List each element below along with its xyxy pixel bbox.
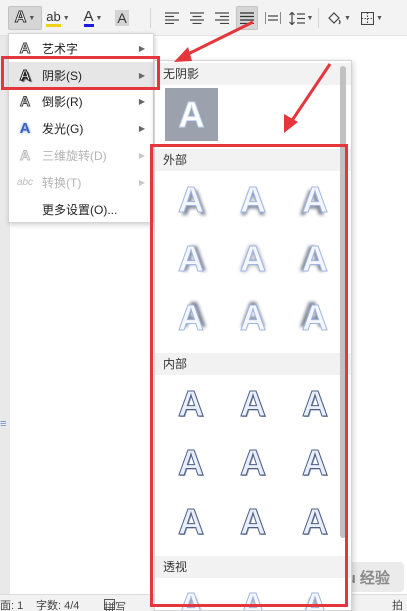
submenu-arrow-icon: ▶ xyxy=(138,177,145,187)
character-shading-button[interactable]: A xyxy=(112,6,132,30)
chevron-down-icon: ▼ xyxy=(344,14,351,22)
submenu-arrow-icon: ▶ xyxy=(138,43,145,53)
highlight-icon: ab xyxy=(46,9,61,27)
shadow-item-highlight xyxy=(1,56,160,90)
3d-rotate-a-icon: A xyxy=(19,147,31,164)
highlight-color-button[interactable]: ab ▼ xyxy=(44,6,72,30)
borders-button[interactable]: ▼ xyxy=(358,6,386,30)
shading-button[interactable]: ▼ xyxy=(325,6,353,30)
outline-a-icon: A xyxy=(19,39,31,57)
menu-item-transform[interactable]: abc 转换(T) ▶ xyxy=(9,169,153,195)
line-spacing-button[interactable]: ▼ xyxy=(288,6,314,30)
outline-a-icon: A xyxy=(14,9,27,27)
word-count[interactable]: 字数: 4/4 xyxy=(36,597,79,611)
font-color-icon: A xyxy=(83,8,94,27)
paint-bucket-icon xyxy=(328,12,341,25)
align-right-button[interactable] xyxy=(212,6,232,30)
spell-check-label: 拼写 xyxy=(104,602,126,611)
plain-a-glyph: A xyxy=(178,93,205,135)
chevron-down-icon: ▼ xyxy=(376,14,383,22)
submenu-arrow-icon: ▶ xyxy=(138,150,145,160)
menu-item-reflection[interactable]: A 倒影(R) ▶ xyxy=(9,88,153,114)
text-effects-button[interactable]: A ▼ xyxy=(8,6,42,30)
submenu-arrow-icon: ▶ xyxy=(138,96,145,106)
menu-item-label: 艺术字 xyxy=(42,41,79,56)
text-boundary-mark: ≡ xyxy=(0,418,7,430)
menu-item-label: 三维旋转(D) xyxy=(42,148,107,163)
align-center-icon xyxy=(190,12,204,24)
chevron-down-icon: ▼ xyxy=(62,14,70,22)
transform-abc-icon: abc xyxy=(16,176,34,188)
align-left-button[interactable] xyxy=(162,6,182,30)
submenu-arrow-icon: ▶ xyxy=(138,123,145,133)
distributed-align-button[interactable] xyxy=(262,6,284,30)
status-right-text: 拍 xyxy=(392,600,403,611)
align-left-icon xyxy=(165,12,179,24)
distribute-icon xyxy=(265,12,281,24)
chevron-down-icon: ▼ xyxy=(28,14,36,22)
align-right-icon xyxy=(215,12,229,24)
char-shade-icon: A xyxy=(115,10,129,26)
glow-a-icon: A xyxy=(19,119,31,137)
toolbar-divider xyxy=(318,8,319,28)
no-shadow-option[interactable]: A xyxy=(165,88,218,141)
align-center-button[interactable] xyxy=(187,6,207,30)
toolbar-divider xyxy=(150,8,151,28)
chevron-down-icon: ▼ xyxy=(306,14,314,22)
menu-item-glow[interactable]: A 发光(G) ▶ xyxy=(9,115,153,141)
preset-grid-highlight xyxy=(150,144,348,607)
border-grid-icon xyxy=(361,11,375,25)
formatting-toolbar: A ▼ ab ▼ A ▼ A ▼ ▼ ▼ xyxy=(0,0,407,36)
menu-item-label: 倒影(R) xyxy=(42,94,83,109)
page-indicator[interactable]: 面: 1 xyxy=(0,597,23,611)
line-spacing-icon xyxy=(288,11,305,25)
menu-item-more-settings[interactable]: 更多设置(O)... xyxy=(9,196,153,222)
font-color-button[interactable]: A ▼ xyxy=(80,6,106,30)
chevron-down-icon: ▼ xyxy=(95,14,103,22)
menu-item-3d-rotation[interactable]: A 三维旋转(D) ▶ xyxy=(9,142,153,168)
menu-item-label: 转换(T) xyxy=(42,175,82,190)
menu-item-label: 更多设置(O)... xyxy=(42,202,118,217)
reflection-a-icon: A xyxy=(19,93,31,110)
justify-button[interactable] xyxy=(236,6,258,30)
menu-item-label: 发光(G) xyxy=(42,121,84,136)
justify-icon xyxy=(240,12,254,24)
no-shadow-heading: 无阴影 xyxy=(155,63,351,85)
